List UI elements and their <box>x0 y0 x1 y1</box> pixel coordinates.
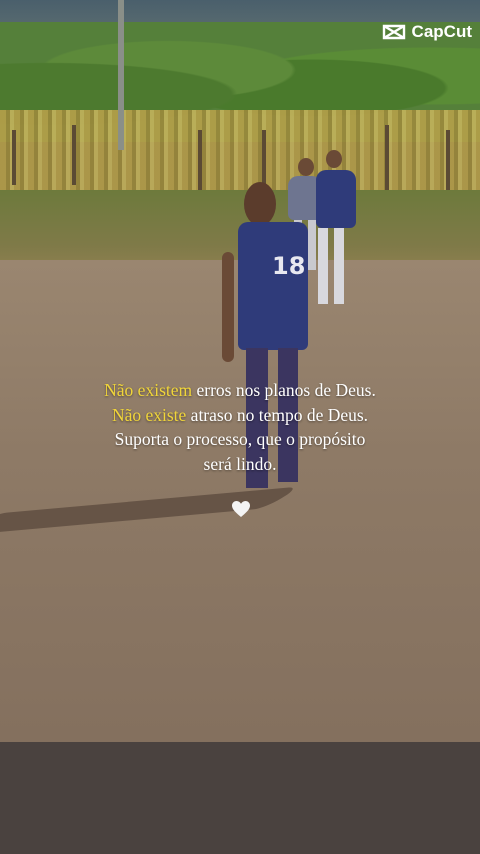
player-jersey <box>316 170 356 228</box>
caption-line-2: Não existe atraso no tempo de Deus. <box>40 403 440 428</box>
caption-line-3: Suporta o processo, que o propósito <box>114 429 366 449</box>
tree-trunk <box>72 125 76 185</box>
capcut-logo-icon <box>382 24 405 40</box>
caption-text: Não existem erros nos planos de Deus. Nã… <box>40 378 440 476</box>
tree-trunk <box>446 130 450 190</box>
caption-text-segment: erros nos planos de Deus. <box>192 380 376 400</box>
tree-trunk <box>12 130 16 185</box>
player-arm <box>222 252 234 362</box>
white-heart-icon <box>232 501 250 517</box>
caption-line-4: será lindo. <box>203 453 277 474</box>
jersey-number: 18 <box>272 252 306 280</box>
caption-text-segment: atraso no tempo de Deus. <box>186 404 369 425</box>
tree-trunk <box>262 130 266 185</box>
caption-highlight: Não existem <box>104 380 193 400</box>
tree-trunk <box>198 130 202 190</box>
player-head <box>298 158 314 176</box>
player-head <box>326 150 342 168</box>
tree-trunk <box>385 125 389 193</box>
utility-pole <box>118 0 124 150</box>
lower-panel <box>0 742 480 854</box>
caption-highlight: Não existe <box>111 404 187 425</box>
capcut-watermark: CapCut <box>382 22 472 42</box>
player-head <box>244 182 276 226</box>
video-frame: 18 <box>0 0 480 742</box>
player-jersey <box>238 222 308 350</box>
capcut-brand-text: CapCut <box>411 22 472 41</box>
player-leg <box>334 228 344 304</box>
caption-line-1: Não existem erros nos planos de Deus. <box>40 378 440 403</box>
